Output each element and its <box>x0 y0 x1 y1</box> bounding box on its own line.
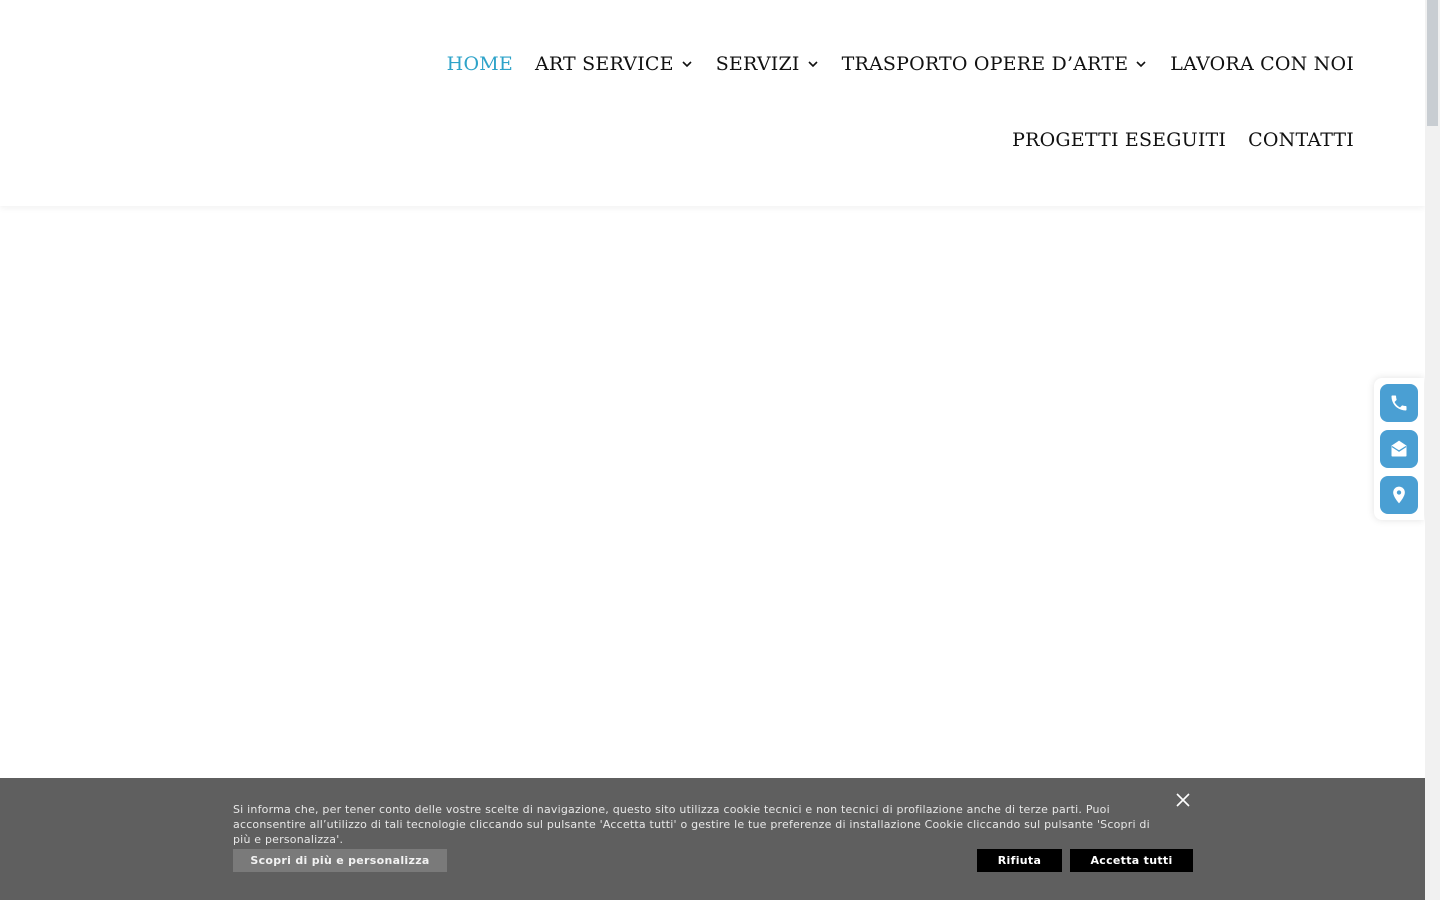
close-icon[interactable] <box>1174 791 1192 809</box>
nav-item-art-service[interactable]: ART SERVICE <box>535 53 694 75</box>
chevron-down-icon <box>682 61 692 68</box>
chevron-down-icon <box>1136 61 1146 68</box>
nav-row-1: HOME ART SERVICE SERVIZI TRASPORTO OPERE… <box>425 44 1354 84</box>
nav-item-label: PROGETTI ESEGUITI <box>1012 129 1227 151</box>
nav-item-lavora-con-noi[interactable]: LAVORA CON NOI <box>1170 53 1354 75</box>
nav-item-label: SERVIZI <box>715 53 800 75</box>
nav-item-progetti-eseguiti[interactable]: PROGETTI ESEGUITI <box>1012 129 1226 151</box>
nav-item-label: TRASPORTO OPERE D’ARTE <box>841 53 1129 75</box>
reject-button[interactable]: Rifiuta <box>977 849 1062 872</box>
nav-item-home[interactable]: HOME <box>447 53 513 75</box>
cookie-banner: Si informa che, per tener conto delle vo… <box>0 778 1425 900</box>
chevron-down-icon <box>808 61 818 68</box>
nav-item-label: LAVORA CON NOI <box>1170 53 1354 75</box>
scrollbar-thumb[interactable] <box>1427 0 1438 126</box>
map-pin-icon <box>1393 486 1405 504</box>
phone-button[interactable] <box>1380 384 1418 422</box>
accept-all-button[interactable]: Accetta tutti <box>1070 849 1193 872</box>
nav-item-label: CONTATTI <box>1248 129 1354 151</box>
scrollbar[interactable] <box>1425 0 1440 900</box>
floating-contact-panel <box>1374 378 1424 520</box>
nav-item-contatti[interactable]: CONTATTI <box>1248 129 1354 151</box>
envelope-open-icon <box>1391 440 1407 457</box>
learn-more-customize-button[interactable]: Scopri di più e personalizza <box>233 849 447 872</box>
map-button[interactable] <box>1380 476 1418 514</box>
hero-section <box>0 206 1425 778</box>
nav-item-servizi[interactable]: SERVIZI <box>716 53 820 75</box>
phone-icon <box>1391 395 1407 411</box>
nav-item-trasporto-opere-arte[interactable]: TRASPORTO OPERE D’ARTE <box>842 53 1149 75</box>
nav-item-label: HOME <box>446 53 513 75</box>
page: HOME ART SERVICE SERVIZI TRASPORTO OPERE… <box>0 0 1440 900</box>
nav-row-2: PROGETTI ESEGUITI CONTATTI <box>990 120 1354 160</box>
nav-item-label: ART SERVICE <box>534 53 674 75</box>
site-header: HOME ART SERVICE SERVIZI TRASPORTO OPERE… <box>0 0 1425 206</box>
cookie-notice-text: Si informa che, per tener conto delle vo… <box>233 803 1150 846</box>
email-button[interactable] <box>1380 430 1418 468</box>
